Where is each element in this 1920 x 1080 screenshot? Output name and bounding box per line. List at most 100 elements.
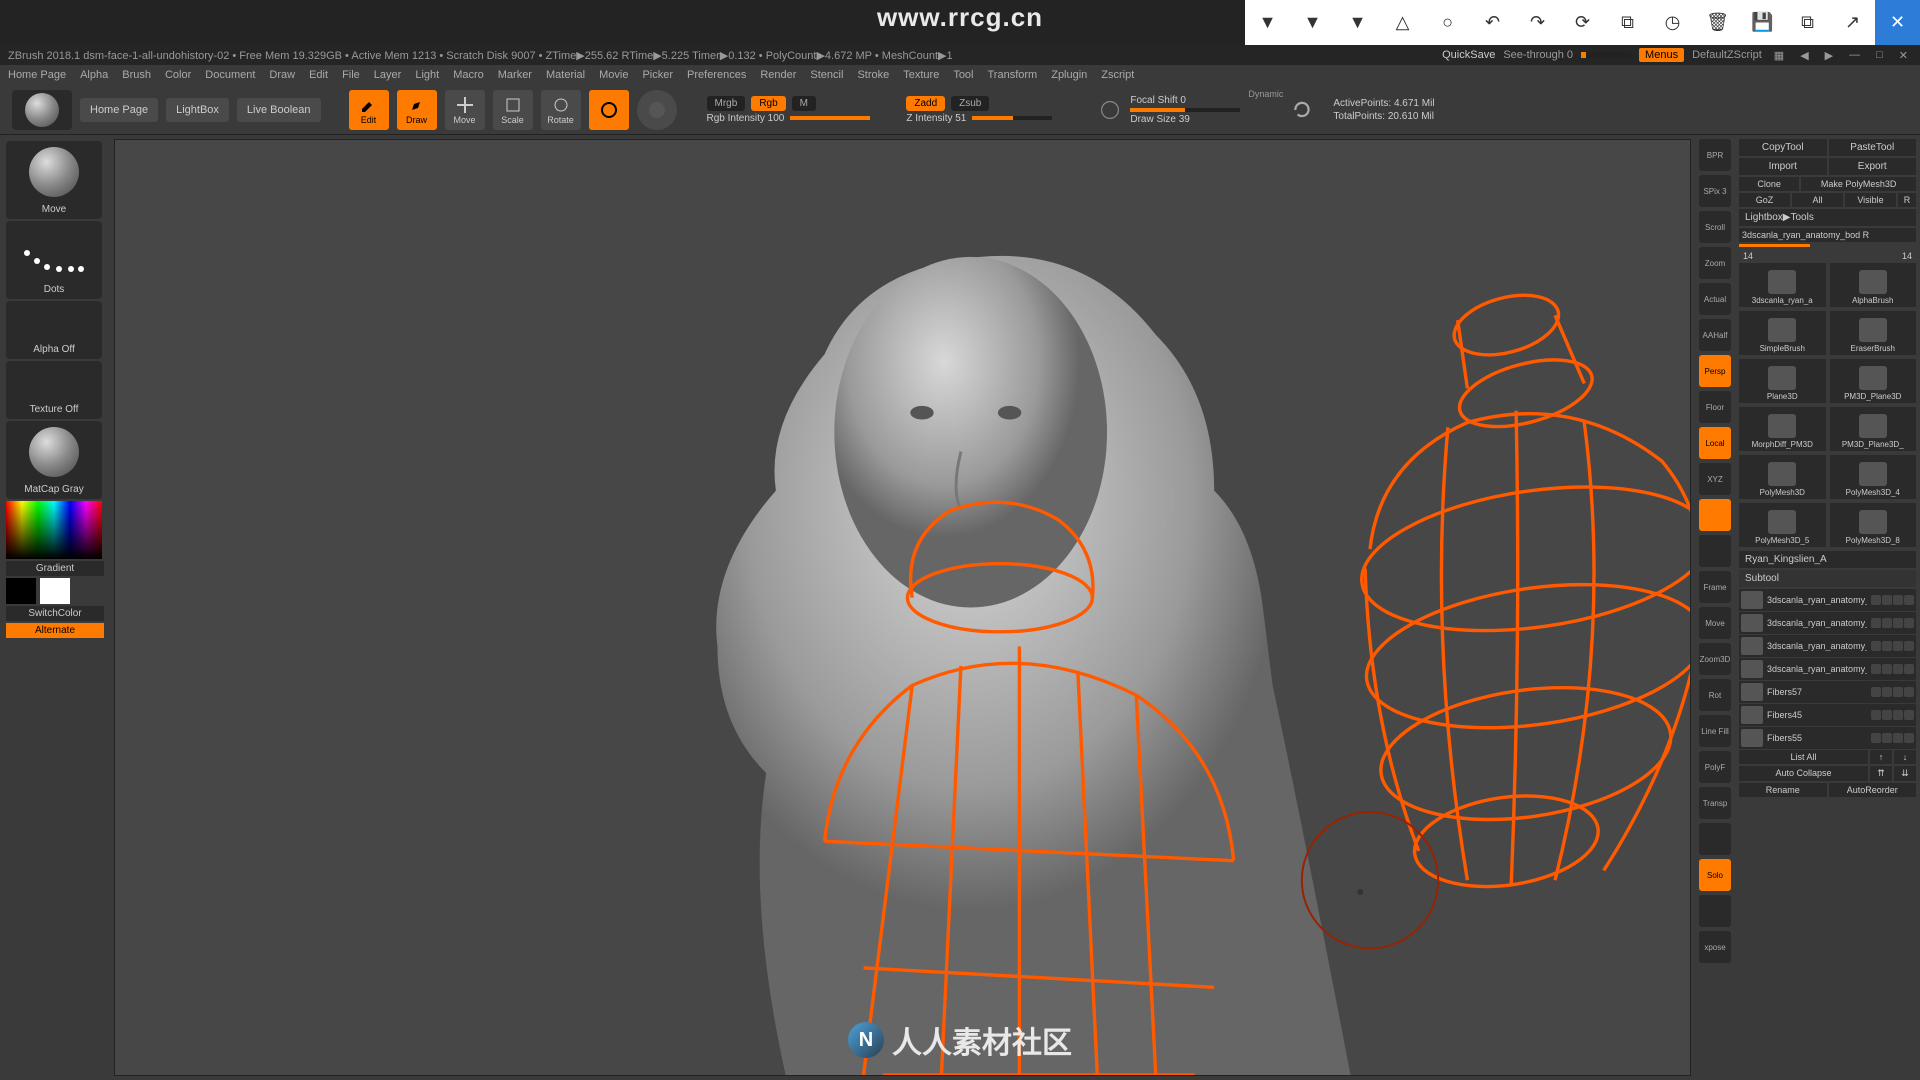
- live-boolean-button[interactable]: Live Boolean: [237, 98, 321, 122]
- prev-icon[interactable]: ◀: [1796, 49, 1812, 62]
- lightbox-tools-header[interactable]: Lightbox▶Tools: [1739, 209, 1916, 226]
- arrow-down-icon[interactable]: ↓: [1894, 750, 1916, 764]
- rgb-intensity-label[interactable]: Rgb Intensity 100: [707, 113, 785, 124]
- menu-texture[interactable]: Texture: [903, 69, 939, 81]
- subtool-item[interactable]: 3dscanla_ryan_anatomy_bodys: [1739, 612, 1916, 634]
- copy-icon[interactable]: ⧉: [1785, 0, 1830, 45]
- focal-shift-label[interactable]: Focal Shift 0: [1130, 95, 1240, 106]
- nav-btn19[interactable]: [1699, 823, 1731, 855]
- export-button[interactable]: Export: [1829, 158, 1917, 175]
- menu-tool[interactable]: Tool: [953, 69, 973, 81]
- refresh-mesh-icon[interactable]: [1291, 99, 1313, 121]
- nav-zoom3d[interactable]: Zoom3D: [1699, 643, 1731, 675]
- close-icon[interactable]: ✕: [1895, 49, 1912, 62]
- quicksave-button[interactable]: QuickSave: [1442, 49, 1495, 61]
- nav-floor[interactable]: Floor: [1699, 391, 1731, 423]
- goz-visible-button[interactable]: Visible: [1845, 193, 1896, 207]
- marker-red-icon[interactable]: ▼: [1245, 0, 1290, 45]
- tool-thumb[interactable]: PolyMesh3D: [1739, 455, 1826, 499]
- menu-material[interactable]: Material: [546, 69, 585, 81]
- zsub-button[interactable]: Zsub: [951, 96, 989, 111]
- minimize-icon[interactable]: —: [1845, 49, 1864, 61]
- menu-zplugin[interactable]: Zplugin: [1051, 69, 1087, 81]
- tool-thumb[interactable]: PM3D_Plane3D_: [1830, 407, 1917, 451]
- menu-homepage[interactable]: Home Page: [8, 69, 66, 81]
- menu-file[interactable]: File: [342, 69, 360, 81]
- default-zscript[interactable]: DefaultZScript: [1692, 49, 1762, 61]
- auto-collapse-button[interactable]: Auto Collapse: [1739, 766, 1868, 781]
- nav-aahalf[interactable]: AAHalf: [1699, 319, 1731, 351]
- nav-persp[interactable]: Persp: [1699, 355, 1731, 387]
- dynamic-toggle[interactable]: Dynamic: [1248, 89, 1283, 99]
- zadd-button[interactable]: Zadd: [906, 96, 945, 111]
- close-button[interactable]: ✕: [1875, 0, 1920, 45]
- nav-solo[interactable]: Solo: [1699, 859, 1731, 891]
- arrow-up-icon[interactable]: ↑: [1870, 750, 1892, 764]
- next-icon[interactable]: ▶: [1821, 49, 1837, 62]
- tool-thumb[interactable]: 3dscanla_ryan_a: [1739, 263, 1826, 307]
- nav-btn11[interactable]: [1699, 535, 1731, 567]
- viewport[interactable]: [114, 139, 1691, 1076]
- refresh-icon[interactable]: ⟳: [1560, 0, 1605, 45]
- menu-alpha[interactable]: Alpha: [80, 69, 108, 81]
- nav-polyf[interactable]: PolyF: [1699, 751, 1731, 783]
- mrgb-button[interactable]: Mrgb: [707, 96, 746, 111]
- menu-render[interactable]: Render: [760, 69, 796, 81]
- menu-draw[interactable]: Draw: [269, 69, 295, 81]
- layout-icon[interactable]: ▦: [1770, 49, 1788, 62]
- collapse-up-icon[interactable]: ⇈: [1870, 766, 1892, 781]
- rename-button[interactable]: Rename: [1739, 783, 1827, 797]
- z-intensity-label[interactable]: Z Intensity 51: [906, 113, 966, 124]
- make-polymesh-button[interactable]: Make PolyMesh3D: [1801, 177, 1916, 191]
- alpha-slot[interactable]: Alpha Off: [6, 301, 102, 359]
- subtool-item[interactable]: 3dscanla_ryan_anatomy_bodys: [1739, 635, 1916, 657]
- alternate-button[interactable]: Alternate: [6, 623, 104, 638]
- menu-zscript[interactable]: Zscript: [1101, 69, 1134, 81]
- goz-r-button[interactable]: R: [1898, 193, 1916, 207]
- tool-thumb[interactable]: SimpleBrush: [1739, 311, 1826, 355]
- edit-mode-button[interactable]: Edit: [349, 90, 389, 130]
- list-all-button[interactable]: List All: [1739, 750, 1868, 764]
- nav-spix3[interactable]: SPix 3: [1699, 175, 1731, 207]
- import-button[interactable]: Import: [1739, 158, 1827, 175]
- tool-thumb[interactable]: PM3D_Plane3D: [1830, 359, 1917, 403]
- nav-move[interactable]: Move: [1699, 607, 1731, 639]
- undo-icon[interactable]: ↶: [1470, 0, 1515, 45]
- seethrough-label[interactable]: See-through 0: [1503, 49, 1573, 61]
- subtool-item[interactable]: Fibers55: [1739, 727, 1916, 749]
- nav-actual[interactable]: Actual: [1699, 283, 1731, 315]
- nav-btn10[interactable]: [1699, 499, 1731, 531]
- draw-mode-button[interactable]: Draw: [397, 90, 437, 130]
- menu-transform[interactable]: Transform: [988, 69, 1038, 81]
- tool-thumb[interactable]: EraserBrush: [1830, 311, 1917, 355]
- delete-icon[interactable]: 🗑: [1695, 0, 1740, 45]
- redo-icon[interactable]: ↷: [1515, 0, 1560, 45]
- crop-icon[interactable]: ⧉: [1605, 0, 1650, 45]
- tool-thumb[interactable]: PolyMesh3D_8: [1830, 503, 1917, 547]
- swatch-white[interactable]: [40, 578, 70, 604]
- rotate-mode-button[interactable]: Rotate: [541, 90, 581, 130]
- nav-btn21[interactable]: [1699, 895, 1731, 927]
- subtool-item[interactable]: 3dscanla_ryan_anatomy_bodys: [1739, 589, 1916, 611]
- tool-thumb[interactable]: AlphaBrush: [1830, 263, 1917, 307]
- nav-transp[interactable]: Transp: [1699, 787, 1731, 819]
- subtool-item[interactable]: 3dscanla_ryan_anatomy_bodys: [1739, 658, 1916, 680]
- copy-tool-button[interactable]: CopyTool: [1739, 139, 1827, 156]
- stroke-slot[interactable]: Dots: [6, 221, 102, 299]
- tool-thumb[interactable]: PolyMesh3D_5: [1739, 503, 1826, 547]
- menu-preferences[interactable]: Preferences: [687, 69, 746, 81]
- marker-orange-icon[interactable]: ▼: [1290, 0, 1335, 45]
- scale-mode-button[interactable]: Scale: [493, 90, 533, 130]
- tool-thumb[interactable]: PolyMesh3D_4: [1830, 455, 1917, 499]
- clone-button[interactable]: Clone: [1739, 177, 1799, 191]
- nav-bpr[interactable]: BPR: [1699, 139, 1731, 171]
- autoreorder-button[interactable]: AutoReorder: [1829, 783, 1917, 797]
- menu-marker[interactable]: Marker: [498, 69, 532, 81]
- menus-toggle[interactable]: Menus: [1639, 48, 1684, 62]
- tool-thumb[interactable]: Plane3D: [1739, 359, 1826, 403]
- maximize-icon[interactable]: □: [1872, 49, 1887, 61]
- nav-xyz[interactable]: XYZ: [1699, 463, 1731, 495]
- rgb-button[interactable]: Rgb: [751, 96, 785, 111]
- menu-movie[interactable]: Movie: [599, 69, 628, 81]
- menu-document[interactable]: Document: [205, 69, 255, 81]
